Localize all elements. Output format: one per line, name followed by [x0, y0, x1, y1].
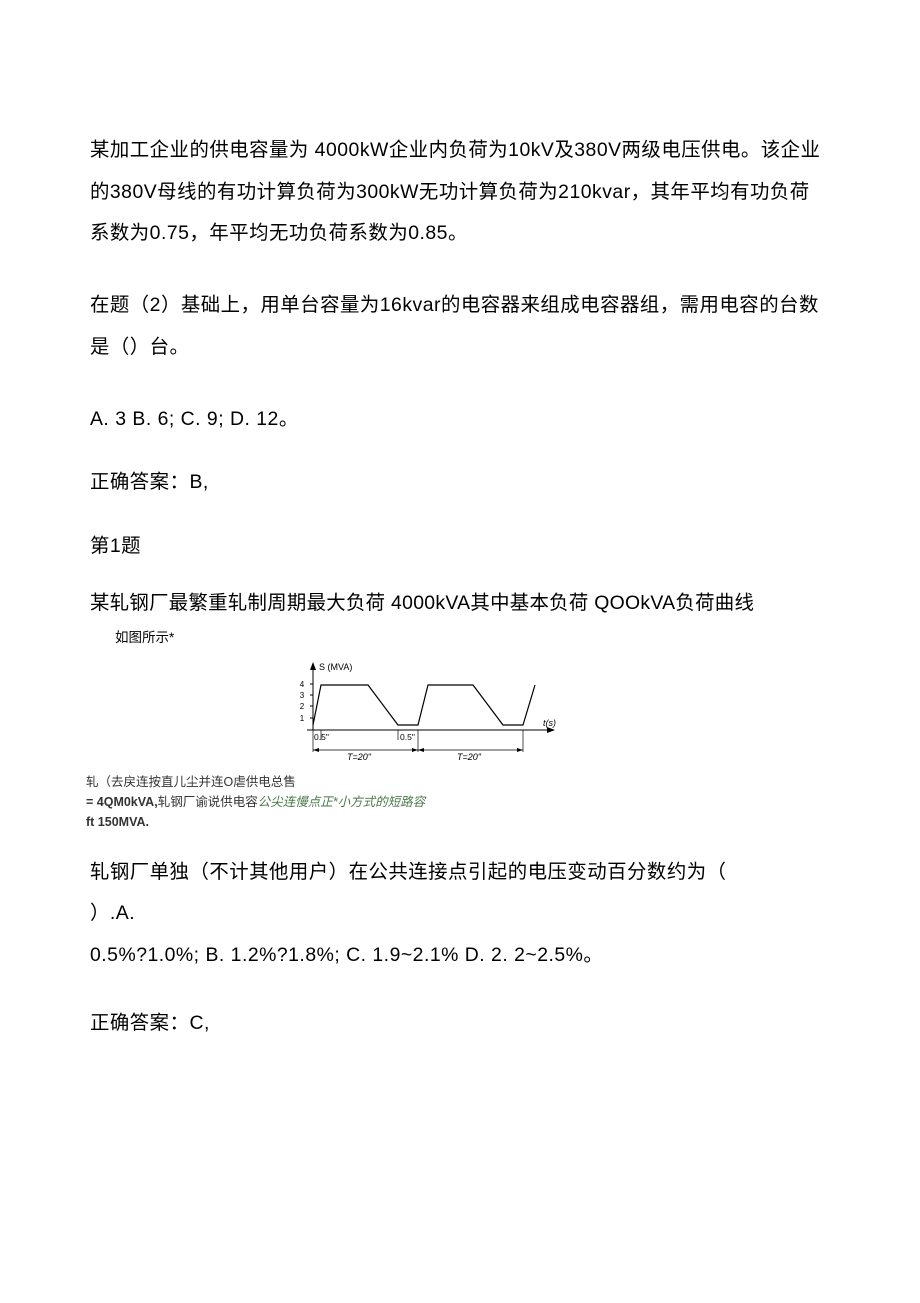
q1-footnote-l2c: 公尖连慢点正*小方式的短路容	[258, 795, 425, 809]
q0-stem-p2: 在题（2）基础上，用单台容量为16kvar的电容器来组成电容器组，需用电容的台数…	[90, 285, 830, 368]
chart-series-load	[313, 685, 535, 725]
q1-figure-note: 如图所示*	[90, 627, 830, 649]
q0-answer: 正确答案：B,	[90, 462, 830, 504]
q1-footnote-l2b: 轧钢厂谕说供电容	[158, 795, 258, 809]
q1-question: 轧钢厂单独（不计其他用户）在公共连接点引起的电压变动百分数约为（ ）.A. 0.5…	[90, 852, 830, 977]
q1-stem: 某轧钢厂最繁重轧制周期最大负荷 4000kVA其中基本负荷 QOOkVA负荷曲线	[90, 584, 830, 623]
chart-period-1: T=20"	[457, 752, 482, 762]
q0-stem-p1: 某加工企业的供电容量为 4000kW企业内负荷为10kV及380V两级电压供电。…	[90, 130, 830, 255]
chart-period-0: T=20"	[347, 752, 372, 762]
svg-text:1: 1	[300, 714, 305, 723]
q1-footnote-l2: = 4QM0kVA,轧钢厂谕说供电容公尖连慢点正*小方式的短路容	[86, 793, 830, 811]
svg-text:4: 4	[300, 680, 305, 689]
q1-question-line2: 0.5%?1.0%; B. 1.2%?1.8%; C. 1.9~2.1% D. …	[90, 944, 603, 966]
q1-question-line1-tail: ）.A.	[90, 902, 135, 924]
q1-footnote-l1: 轧（去戻连按直儿尘并连O虐供电总售	[86, 773, 830, 791]
q1-heading: 第1题	[90, 526, 830, 568]
load-curve-chart: S (MVA) t(s) 1 2 3 4 0.5" 0.5" T=20"	[285, 660, 830, 765]
q1-footnote-l2a: = 4QM0kVA,	[86, 795, 158, 809]
q1-question-line1: 轧钢厂单独（不计其他用户）在公共连接点引起的电压变动百分数约为（	[90, 861, 727, 883]
chart-yticks: 1 2 3 4	[300, 680, 313, 723]
svg-text:2: 2	[300, 702, 305, 711]
q0-options: A. 3 B. 6; C. 9; D. 12。	[90, 399, 830, 441]
svg-text:3: 3	[300, 691, 305, 700]
chart-ylabel: S (MVA)	[319, 662, 352, 672]
chart-xmarker-0: 0.5"	[314, 732, 329, 742]
chart-xmarker-1: 0.5"	[400, 732, 415, 742]
q1-footnote-l3: ft 150MVA.	[86, 813, 830, 831]
chart-xlabel: t(s)	[543, 718, 556, 728]
q1-answer: 正确答案：C,	[90, 1003, 830, 1045]
